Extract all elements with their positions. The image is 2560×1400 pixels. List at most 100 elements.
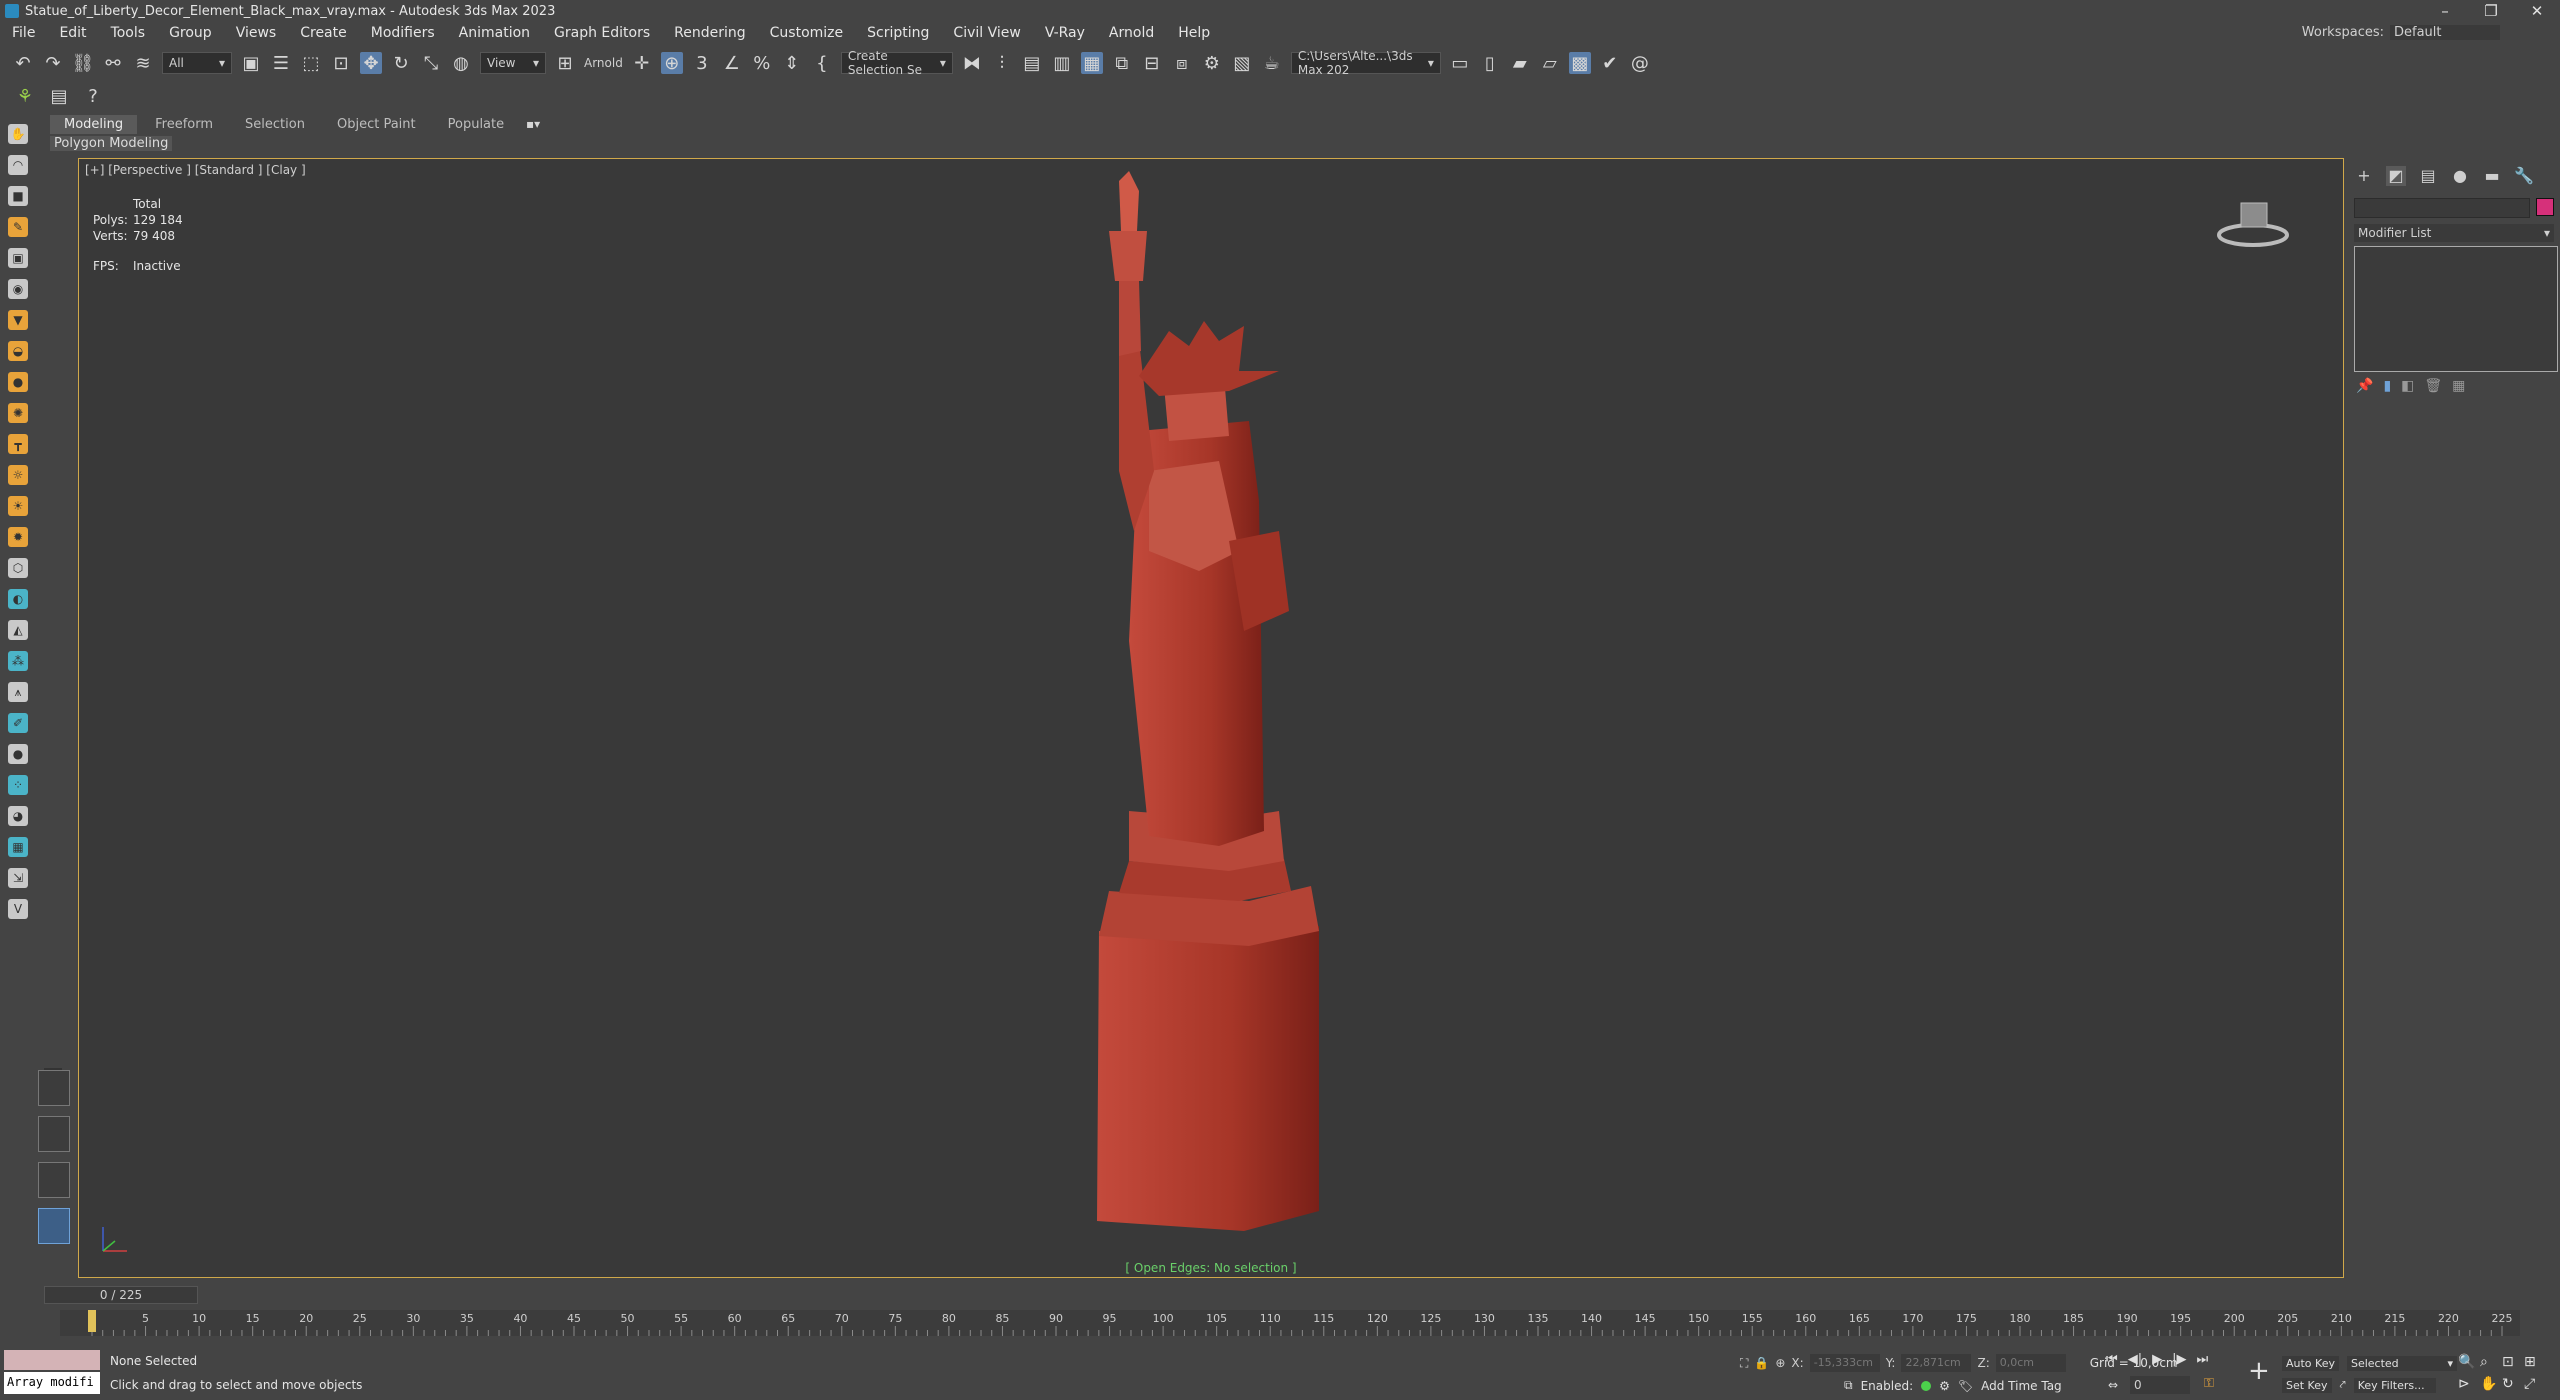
- menu-arnold[interactable]: Arnold: [1109, 25, 1154, 41]
- hierarchy-tab-icon[interactable]: ▤: [2418, 166, 2438, 186]
- pan-icon[interactable]: ✋: [2480, 1376, 2502, 1392]
- ribbon-tab-object-paint[interactable]: Object Paint: [323, 115, 430, 134]
- viewport-label[interactable]: [+] [Perspective ] [Standard ] [Clay ]: [85, 163, 306, 177]
- listener-input[interactable]: Array modifi: [4, 1372, 100, 1394]
- time-slider[interactable]: 0 / 225: [44, 1286, 198, 1304]
- create-tab-icon[interactable]: +: [2354, 166, 2374, 186]
- configure-sets-icon[interactable]: ▦: [2452, 378, 2465, 394]
- viewport-layout-split[interactable]: [38, 1116, 70, 1152]
- mirror-icon[interactable]: ⧓: [961, 52, 983, 74]
- material-ball-icon[interactable]: ●: [8, 744, 28, 764]
- track-bar-background[interactable]: [60, 1310, 2520, 1336]
- export-icon[interactable]: ⇲: [8, 868, 28, 888]
- menu-vray[interactable]: V-Ray: [1045, 25, 1085, 41]
- menu-help[interactable]: Help: [1178, 25, 1210, 41]
- select-scale-icon[interactable]: ⤡: [420, 52, 442, 74]
- camera-icon[interactable]: ◉: [8, 279, 28, 299]
- settings-icon[interactable]: ⚙: [1939, 1379, 1950, 1393]
- paint-icon[interactable]: ✎: [8, 217, 28, 237]
- redo-icon[interactable]: ↷: [42, 52, 64, 74]
- save-project-icon[interactable]: ▰: [1509, 52, 1531, 74]
- undo-icon[interactable]: ↶: [12, 52, 34, 74]
- sphere-light-icon[interactable]: ●: [8, 372, 28, 392]
- material-editor-icon[interactable]: ⧈: [1171, 52, 1193, 74]
- angle-snap-icon[interactable]: ∠: [721, 52, 743, 74]
- box-icon[interactable]: ■: [8, 186, 28, 206]
- selection-filter-dropdown[interactable]: All ▾: [162, 52, 232, 74]
- snap-3d-icon[interactable]: 3: [691, 52, 713, 74]
- zoom-extents-icon[interactable]: ⊡: [2502, 1354, 2524, 1370]
- lock-selection-icon[interactable]: 🔒: [1754, 1356, 1769, 1370]
- lamp-icon[interactable]: ┳: [8, 434, 28, 454]
- ribbon-tab-freeform[interactable]: Freeform: [141, 115, 227, 134]
- layer-explorer-icon[interactable]: ▥: [1051, 52, 1073, 74]
- menu-customize[interactable]: Customize: [770, 25, 844, 41]
- vray-frame-buffer-icon[interactable]: ▩: [1568, 52, 1591, 74]
- listener-output[interactable]: [4, 1350, 100, 1370]
- remove-modifier-icon[interactable]: 🗑: [2424, 378, 2442, 394]
- menu-rendering[interactable]: Rendering: [674, 25, 746, 41]
- time-tag-icon[interactable]: 🏷: [1958, 1379, 1973, 1393]
- bind-spacewarp-icon[interactable]: ≋: [132, 52, 154, 74]
- bulb-icon[interactable]: ☼: [8, 465, 28, 485]
- rect-selection-icon[interactable]: ⬚: [300, 52, 322, 74]
- snaps-toggle-icon[interactable]: ⊕: [660, 52, 683, 74]
- display-tab-icon[interactable]: ▬: [2482, 166, 2502, 186]
- viewcube-ring[interactable]: [2217, 223, 2289, 247]
- key-mode-icon[interactable]: ⚿: [2204, 1376, 2214, 1391]
- zoom-all-icon[interactable]: ⌕: [2480, 1354, 2502, 1370]
- key-tangent-icon[interactable]: ⤤: [2340, 1378, 2346, 1392]
- menu-edit[interactable]: Edit: [59, 25, 86, 41]
- adaptive-degradation-icon[interactable]: ⧉: [1844, 1378, 1853, 1393]
- open-project-icon[interactable]: ▯: [1479, 52, 1501, 74]
- schematic-view-icon[interactable]: ⊟: [1141, 52, 1163, 74]
- vray-check-icon[interactable]: ✔: [1599, 52, 1621, 74]
- statue-base[interactable]: [1097, 811, 1319, 1231]
- select-move-icon[interactable]: ✥: [360, 52, 382, 74]
- project-settings-icon[interactable]: ▱: [1539, 52, 1561, 74]
- maxscript-listener[interactable]: Array modifi: [4, 1350, 100, 1396]
- gear-light-icon[interactable]: ✺: [8, 403, 28, 423]
- pin-stack-icon[interactable]: 📌: [2356, 378, 2373, 394]
- sky-icon[interactable]: ✹: [8, 527, 28, 547]
- menu-scripting[interactable]: Scripting: [867, 25, 929, 41]
- menu-civil-view[interactable]: Civil View: [953, 25, 1020, 41]
- set-key-button[interactable]: Set Key: [2282, 1377, 2332, 1393]
- vray-logo-icon[interactable]: V: [8, 899, 28, 919]
- statue-body[interactable]: [1109, 171, 1289, 846]
- spinner-snap-icon[interactable]: ⇕: [781, 52, 803, 74]
- menu-animation[interactable]: Animation: [459, 25, 530, 41]
- select-object-icon[interactable]: ▣: [240, 52, 262, 74]
- spotlight-icon[interactable]: ▼: [8, 310, 28, 330]
- isolate-icon[interactable]: ⛶: [1740, 1356, 1748, 1371]
- ribbon-tab-populate[interactable]: Populate: [434, 115, 519, 134]
- statue-model[interactable]: [1079, 171, 1399, 1251]
- previous-frame-icon[interactable]: ◀|: [2128, 1352, 2142, 1367]
- curve-editor-icon[interactable]: ⧉: [1111, 52, 1133, 74]
- unlink-icon[interactable]: ⚯: [102, 52, 124, 74]
- menu-file[interactable]: File: [12, 25, 35, 41]
- menu-views[interactable]: Views: [236, 25, 277, 41]
- viewport-layout-single[interactable]: [38, 1208, 70, 1244]
- current-frame-field[interactable]: 0: [2130, 1376, 2190, 1394]
- sun-icon[interactable]: ☀: [8, 496, 28, 516]
- keyboard-shortcut-icon[interactable]: ✛: [631, 52, 653, 74]
- percent-snap-icon[interactable]: %: [751, 52, 773, 74]
- minimize-button[interactable]: –: [2422, 0, 2468, 22]
- ribbon-tab-modeling[interactable]: Modeling: [50, 114, 138, 134]
- object-name-input[interactable]: [2354, 198, 2531, 218]
- ribbon-options-icon[interactable]: ▪▾: [522, 113, 544, 135]
- enabled-indicator[interactable]: [1921, 1380, 1932, 1391]
- project-folder-icon[interactable]: ▭: [1449, 52, 1471, 74]
- track-bar[interactable]: 5 10 15 20 25 30 35 40 45 50 55 60 65 70 75 80 85 90 95 100…: [60, 1310, 2520, 1336]
- select-rotate-icon[interactable]: ↻: [390, 52, 412, 74]
- restore-button[interactable]: ❐: [2468, 0, 2514, 22]
- window-crossing-icon[interactable]: ⊡: [330, 52, 352, 74]
- menu-group[interactable]: Group: [169, 25, 212, 41]
- y-coordinate-field[interactable]: 22,871cm: [1901, 1354, 1972, 1372]
- rendered-frame-icon[interactable]: ▧: [1231, 52, 1253, 74]
- absolute-mode-icon[interactable]: ⊕: [1775, 1356, 1785, 1370]
- render-production-icon[interactable]: ☕: [1261, 52, 1283, 74]
- play-icon[interactable]: ▶: [2152, 1352, 2162, 1367]
- named-selection-dropdown[interactable]: Create Selection Se ▾: [840, 49, 953, 77]
